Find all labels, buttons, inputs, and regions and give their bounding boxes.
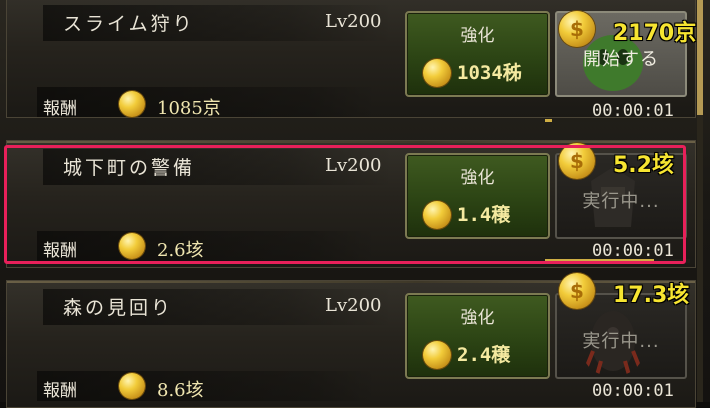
gold-coin-icon	[119, 233, 145, 259]
quest-title: 森の見回り	[63, 297, 174, 319]
gold-coin-icon: $	[559, 273, 595, 309]
quest-timer: 00:00:01	[592, 101, 674, 121]
gold-coin-icon: $	[559, 11, 595, 47]
reward-label: 報酬	[43, 241, 77, 261]
quest-row-forest-patrol: 森の見回り Lv200 報酬 8.6垓 強化 2.4穣 実行中... 00:00…	[6, 273, 696, 408]
upgrade-label: 強化	[460, 168, 495, 188]
progress-fill	[545, 259, 654, 263]
action-label: 実行中...	[582, 331, 660, 352]
quest-title: スライム狩り	[63, 13, 195, 35]
quest-row-town-guard: 城下町の警備 Lv200 報酬 2.6垓 強化 1.4穣 実行中... 00:0…	[6, 140, 696, 268]
gold-coin-icon: $	[559, 143, 595, 179]
reward-value: 1085京	[157, 98, 221, 119]
scrollbar[interactable]	[697, 0, 703, 402]
gold-coin-icon	[119, 91, 145, 117]
quest-title: 城下町の警備	[63, 157, 196, 179]
quest-timer: 00:00:01	[592, 241, 674, 261]
reward-plate	[37, 231, 377, 261]
upgrade-button[interactable]: 強化 1034秭	[405, 11, 550, 97]
reward-label: 報酬	[43, 381, 77, 401]
upgrade-button[interactable]: 強化 1.4穣	[405, 153, 550, 239]
quest-level: Lv200	[325, 155, 382, 176]
progress-fill	[545, 119, 553, 122]
reward-label: 報酬	[43, 99, 77, 119]
upgrade-label: 強化	[460, 308, 495, 328]
gold-coin-icon	[119, 373, 145, 399]
reward-value: 8.6垓	[157, 380, 204, 401]
gold-coin-icon	[423, 201, 451, 229]
action-label: 開始する	[583, 49, 659, 70]
quest-level: Lv200	[325, 295, 382, 316]
reward-plate	[37, 371, 377, 401]
prize-value: 5.2垓	[613, 153, 674, 178]
gold-coin-icon	[423, 59, 451, 87]
action-label: 実行中...	[582, 191, 660, 212]
upgrade-button[interactable]: 強化 2.4穣	[405, 293, 550, 379]
upgrade-cost: 2.4穣	[457, 344, 511, 366]
upgrade-cost: 1.4穣	[457, 204, 511, 226]
quest-progress-bar	[545, 119, 690, 122]
scroll-thumb[interactable]	[697, 0, 703, 115]
prize-value: 2170京	[613, 21, 697, 46]
prize-value: 17.3垓	[613, 283, 690, 308]
reward-value: 2.6垓	[157, 240, 204, 261]
quest-progress-bar	[545, 259, 690, 263]
upgrade-label: 強化	[460, 26, 495, 46]
quest-row-slime: スライム狩り Lv200 報酬 1085京 強化 1034秭 開始する 00:0…	[6, 0, 697, 122]
quest-level: Lv200	[325, 11, 382, 32]
upgrade-cost: 1034秭	[457, 62, 522, 84]
gold-coin-icon	[423, 341, 451, 369]
quest-timer: 00:00:01	[592, 381, 674, 401]
